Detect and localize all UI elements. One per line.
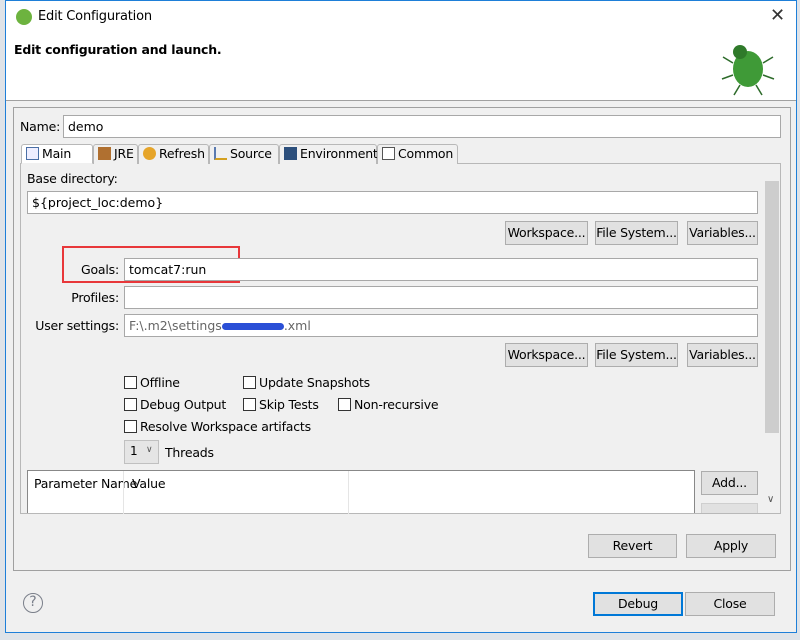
window-title: Edit Configuration — [38, 9, 152, 24]
threads-select[interactable]: 1 ∨ — [124, 440, 159, 464]
common-icon — [382, 147, 395, 160]
help-icon[interactable]: ? — [23, 593, 43, 613]
tab-label: Environment — [300, 146, 378, 161]
scrollbar[interactable]: ∨ — [765, 166, 779, 510]
tab-environment[interactable]: Environment — [279, 144, 378, 164]
column-header-parameter-name[interactable]: Parameter Name — [34, 476, 137, 491]
offline-label: Offline — [140, 375, 180, 390]
close-icon[interactable]: ✕ — [770, 5, 785, 26]
variables-button[interactable]: Variables... — [687, 221, 758, 245]
tab-jre[interactable]: JRE — [93, 144, 138, 164]
file-system-button-2[interactable]: File System... — [595, 343, 678, 367]
environment-icon — [284, 147, 297, 160]
user-settings-suffix: .xml — [283, 318, 311, 333]
file-system-button[interactable]: File System... — [595, 221, 678, 245]
non-recursive-label: Non-recursive — [354, 397, 439, 412]
tab-label: JRE — [114, 146, 134, 161]
resolve-workspace-checkbox[interactable] — [124, 420, 137, 433]
skip-tests-checkbox[interactable] — [243, 398, 256, 411]
variables-button-2[interactable]: Variables... — [687, 343, 758, 367]
main-tab-icon — [26, 147, 39, 160]
header-banner: Edit configuration and launch. — [6, 33, 796, 101]
resolve-workspace-label: Resolve Workspace artifacts — [140, 419, 311, 434]
tab-label: Common — [398, 146, 454, 161]
apply-button[interactable]: Apply — [686, 534, 776, 558]
chevron-down-icon: ∨ — [146, 445, 153, 455]
debug-button[interactable]: Debug — [593, 592, 683, 616]
debug-output-label: Debug Output — [140, 397, 227, 412]
redaction-scribble — [221, 323, 284, 330]
skip-tests-label: Skip Tests — [259, 397, 319, 412]
tab-main[interactable]: Main — [21, 144, 93, 164]
name-input[interactable]: demo — [63, 115, 781, 138]
workspace-button[interactable]: Workspace... — [505, 221, 588, 245]
close-button[interactable]: Close — [685, 592, 775, 616]
debug-output-checkbox[interactable] — [124, 398, 137, 411]
user-settings-value: F:\.m2\settings — [129, 318, 222, 333]
add-parameter-button[interactable]: Add... — [701, 471, 758, 495]
source-icon — [214, 147, 227, 160]
tab-label: Source — [230, 146, 272, 161]
profiles-input[interactable] — [124, 286, 758, 309]
bug-icon — [721, 45, 775, 96]
name-label: Name: — [20, 119, 61, 134]
header-title: Edit configuration and launch. — [14, 42, 222, 57]
title-bar: Edit Configuration ✕ — [6, 1, 796, 33]
goals-input[interactable]: tomcat7:run — [124, 258, 758, 281]
scrollbar-thumb[interactable] — [765, 181, 779, 433]
user-settings-label: User settings: — [35, 318, 119, 333]
spring-icon — [16, 9, 32, 25]
threads-label: Threads — [165, 445, 214, 460]
profiles-label: Profiles: — [71, 290, 119, 305]
revert-button[interactable]: Revert — [588, 534, 677, 558]
tab-label: Refresh — [159, 146, 205, 161]
threads-value: 1 — [130, 444, 138, 458]
update-snapshots-checkbox[interactable] — [243, 376, 256, 389]
tab-refresh[interactable]: Refresh — [138, 144, 209, 164]
parameters-table[interactable]: Parameter Name Value — [27, 470, 695, 514]
offline-checkbox[interactable] — [124, 376, 137, 389]
update-snapshots-label: Update Snapshots — [259, 375, 370, 390]
edit-configuration-dialog: Edit Configuration ✕ Edit configuration … — [5, 0, 797, 633]
base-directory-label: Base directory: — [27, 171, 118, 186]
edit-parameter-button[interactable] — [701, 503, 758, 513]
tab-common[interactable]: Common — [377, 144, 458, 164]
workspace-button-2[interactable]: Workspace... — [505, 343, 588, 367]
tab-source[interactable]: Source — [209, 144, 279, 164]
user-settings-input[interactable]: F:\.m2\settings .xml — [124, 314, 758, 337]
refresh-icon — [143, 147, 156, 160]
base-directory-input[interactable]: ${project_loc:demo} — [27, 191, 758, 214]
jre-icon — [98, 147, 111, 160]
non-recursive-checkbox[interactable] — [338, 398, 351, 411]
column-header-value[interactable]: Value — [132, 476, 166, 491]
scroll-down-icon[interactable]: ∨ — [767, 494, 774, 505]
tab-label: Main — [42, 146, 72, 161]
goals-label: Goals: — [81, 262, 119, 277]
